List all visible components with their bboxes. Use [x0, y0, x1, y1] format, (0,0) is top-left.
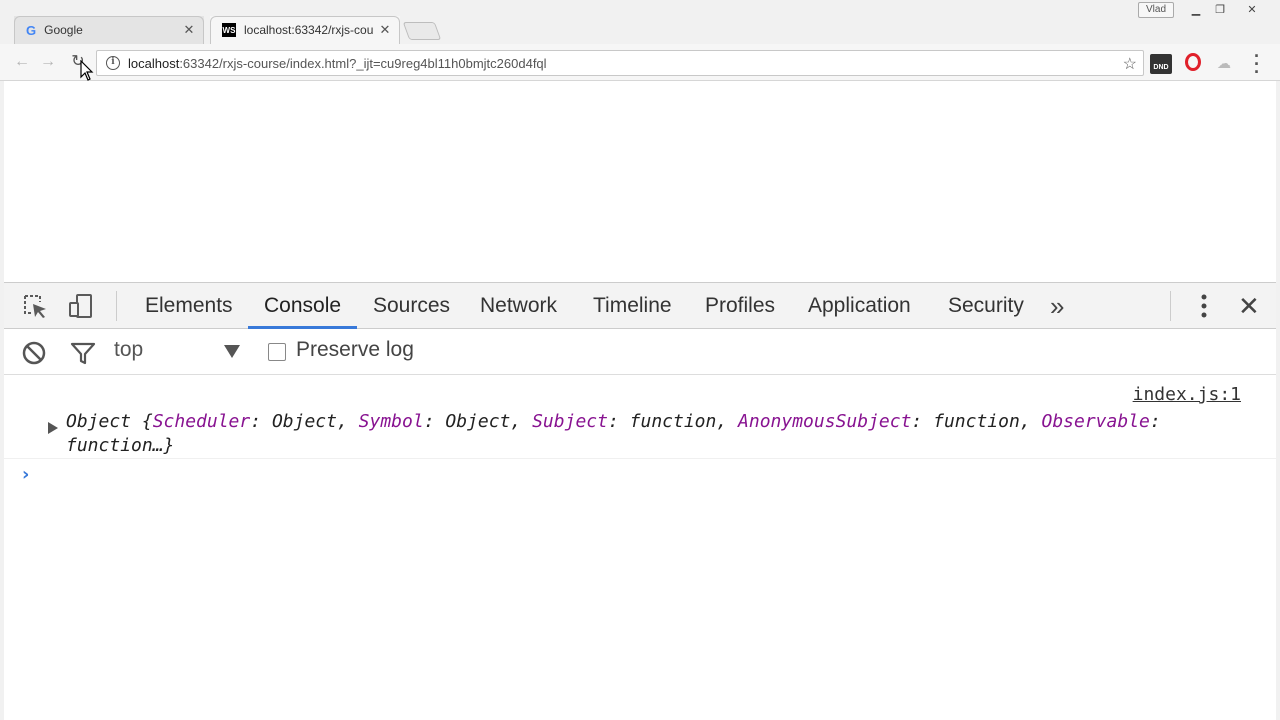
log-prefix: Object {	[66, 411, 153, 432]
address-url[interactable]: localhost:63342/rxjs-course/index.html?_…	[128, 56, 547, 71]
address-host: localhost	[128, 55, 180, 71]
devtools-close-icon[interactable]: ✕	[1238, 291, 1260, 322]
opera-extension-icon[interactable]	[1185, 53, 1201, 71]
browser-titlebar: G Google ✕ WS localhost:63342/rxjs-cou ✕…	[0, 0, 1280, 44]
log-value: function	[933, 411, 1020, 432]
source-link[interactable]: index.js:1	[1133, 384, 1241, 405]
bookmark-star-icon[interactable]: ☆	[1123, 54, 1137, 74]
mouse-cursor-icon	[80, 60, 94, 81]
browser-menu-icon[interactable]: · · ·	[1252, 47, 1262, 81]
tab-google[interactable]: G Google ✕	[14, 16, 204, 44]
dnd-extension-icon[interactable]: DND	[1150, 54, 1172, 74]
tab-elements[interactable]: Elements	[145, 283, 233, 329]
console-filter-bar: top Preserve log	[4, 329, 1276, 375]
console-log-message[interactable]: Object {Scheduler: Object, Symbol: Objec…	[66, 410, 1246, 458]
cloud-extension-icon[interactable]: ☁	[1217, 55, 1231, 72]
tab-localhost-title: localhost:63342/rxjs-cou	[244, 23, 374, 37]
window-close-button[interactable]: ✕	[1232, 2, 1272, 18]
context-dropdown-caret-icon[interactable]	[224, 345, 240, 358]
log-key: Scheduler	[152, 411, 251, 432]
log-value: Object	[445, 411, 511, 432]
tab-sources[interactable]: Sources	[373, 283, 450, 329]
tab-localhost[interactable]: WS localhost:63342/rxjs-cou ✕	[210, 16, 400, 44]
log-value: function	[629, 411, 717, 432]
filter-funnel-icon[interactable]	[70, 341, 96, 365]
more-tabs-icon[interactable]: »	[1050, 291, 1064, 322]
address-path: :63342/rxjs-course/index.html?_ijt=cu9re…	[179, 55, 547, 71]
devtools-tabbar: Elements Console Sources Network Timelin…	[4, 282, 1276, 329]
page-info-icon[interactable]: i	[106, 56, 120, 70]
console-prompt[interactable]: ›	[22, 464, 29, 485]
context-selector[interactable]: top	[114, 338, 143, 362]
log-key: Symbol	[358, 411, 424, 432]
devtools-separator	[116, 291, 117, 321]
tab-localhost-close-icon[interactable]: ✕	[378, 22, 392, 38]
browser-toolbar: ← → ↻ i localhost:63342/rxjs-course/inde…	[0, 44, 1280, 81]
log-value: function…}	[66, 435, 175, 456]
log-value: Object	[271, 411, 337, 432]
page-viewport	[0, 81, 1280, 282]
log-key: Subject	[532, 411, 608, 432]
tab-security[interactable]: Security	[948, 283, 1024, 329]
tab-google-close-icon[interactable]: ✕	[182, 22, 196, 38]
log-key: AnonymousSubject	[738, 411, 912, 432]
preserve-log-checkbox[interactable]	[268, 343, 286, 361]
device-toolbar-icon[interactable]	[68, 293, 94, 319]
preserve-log-label[interactable]: Preserve log	[296, 338, 414, 362]
tab-application[interactable]: Application	[808, 283, 911, 329]
window-minimize-button[interactable]: ▁	[1184, 2, 1208, 18]
devtools-menu-icon[interactable]	[1194, 293, 1214, 319]
devtools-separator-right	[1170, 291, 1171, 321]
clear-console-icon[interactable]	[22, 341, 46, 365]
log-divider	[4, 458, 1276, 459]
log-key: Observable	[1041, 411, 1150, 432]
window-maximize-button[interactable]: ❐	[1208, 2, 1232, 18]
console-output: index.js:1 Object {Scheduler: Object, Sy…	[4, 376, 1276, 720]
tab-google-title: Google	[44, 23, 83, 37]
webstorm-icon: WS	[222, 23, 236, 37]
profile-badge[interactable]: Vlad	[1138, 2, 1174, 18]
tab-console[interactable]: Console	[248, 283, 358, 329]
expand-object-caret-icon[interactable]	[48, 422, 58, 434]
back-arrow-icon[interactable]: ←	[12, 52, 32, 72]
inspect-element-icon[interactable]	[22, 293, 48, 319]
tab-network[interactable]: Network	[480, 283, 557, 329]
tab-timeline[interactable]: Timeline	[593, 283, 672, 329]
devtools-panel: Elements Console Sources Network Timelin…	[0, 282, 1280, 720]
tab-profiles[interactable]: Profiles	[705, 283, 775, 329]
google-icon: G	[26, 22, 37, 38]
forward-arrow-icon[interactable]: →	[38, 52, 58, 72]
address-bar[interactable]: i localhost:63342/rxjs-course/index.html…	[96, 50, 1144, 76]
new-tab-button[interactable]	[402, 22, 442, 40]
